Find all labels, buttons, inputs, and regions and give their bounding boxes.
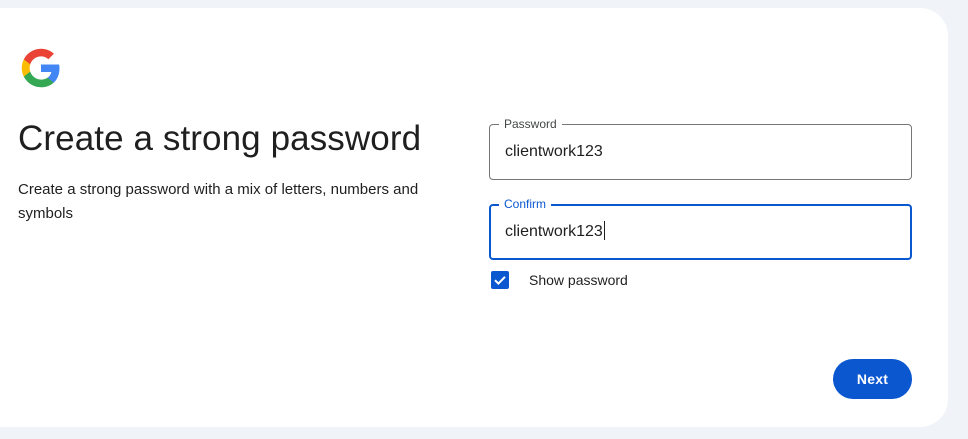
page-description: Create a strong password with a mix of l… [18, 181, 419, 222]
show-password-label[interactable]: Show password [529, 271, 628, 289]
password-value: clientwork123 [505, 143, 603, 160]
confirm-value: clientwork123 [505, 223, 603, 240]
text-cursor [603, 221, 605, 241]
signup-card: Create a strong password Create a strong… [0, 8, 948, 427]
confirm-input[interactable]: clientwork123 [505, 205, 605, 259]
password-field[interactable]: Password clientwork123 [489, 117, 912, 180]
confirm-password-field[interactable]: Confirm clientwork123 [489, 197, 912, 260]
google-logo-icon [20, 47, 62, 89]
checkmark-icon [494, 276, 506, 286]
page-title: Create a strong password [18, 119, 422, 158]
password-input[interactable]: clientwork123 [505, 125, 603, 179]
next-button[interactable]: Next [833, 359, 912, 399]
show-password-checkbox[interactable] [491, 271, 509, 289]
